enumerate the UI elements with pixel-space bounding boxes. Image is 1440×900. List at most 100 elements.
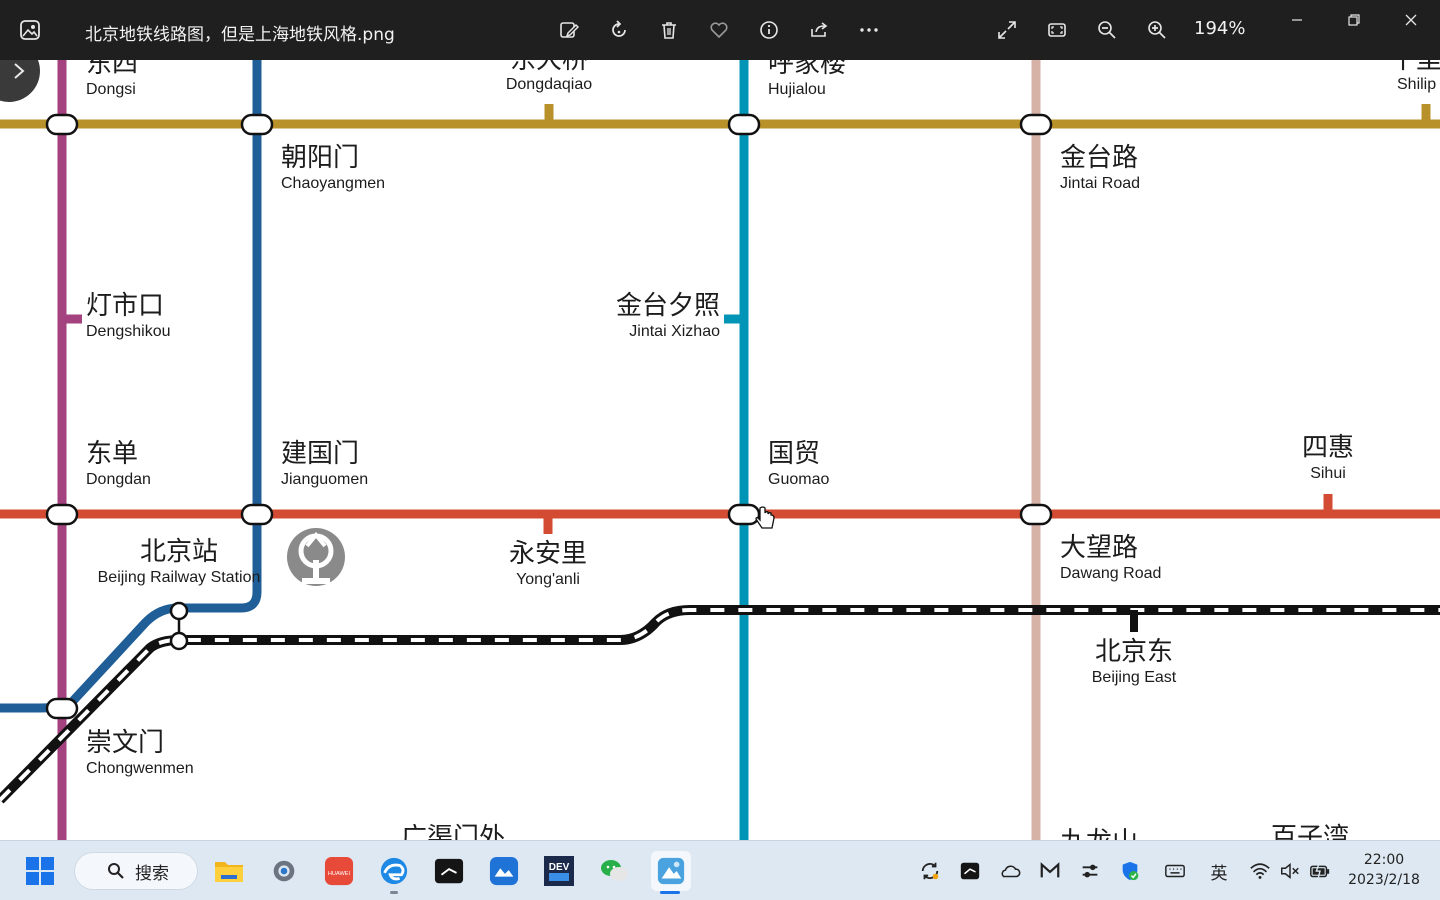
terminal-tray-icon[interactable]	[958, 859, 982, 883]
station-jintai-xizhao-en: Jintai Xizhao	[629, 323, 720, 340]
station-dongdaqiao-en: Dongdaqiao	[506, 76, 592, 93]
station-baiziwan-zh: 百子湾	[1271, 823, 1349, 840]
zoom-level-label[interactable]: 194%	[1194, 18, 1245, 39]
image-viewer[interactable]: 东四 Dongsi 东大桥 Dongdaqiao 呼家楼 Hujialou 十里…	[0, 60, 1440, 840]
gmail-icon[interactable]	[1038, 859, 1062, 883]
station-sihui-zh: 四惠	[1302, 433, 1354, 463]
share-icon[interactable]	[805, 16, 833, 44]
station-beijing-east-en: Beijing East	[1092, 669, 1177, 686]
svg-text:DEV: DEV	[549, 862, 570, 873]
file-explorer-icon[interactable]	[211, 853, 247, 889]
settings-gear-icon[interactable]	[266, 853, 302, 889]
search-icon	[108, 863, 124, 879]
station-yonganli-en: Yong'anli	[516, 571, 580, 588]
station-jiulongshan-zh: 九龙山	[1060, 827, 1138, 840]
window-title: 北京地铁线路图，但是上海地铁风格.png	[85, 25, 395, 45]
station-chaoyangmen-en: Chaoyangmen	[281, 175, 385, 192]
delete-icon[interactable]	[655, 16, 683, 44]
start-windows-icon[interactable]	[22, 853, 58, 889]
station-chaoyangmen-zh: 朝阳门	[281, 143, 359, 173]
dawang-road-interchange	[1019, 503, 1053, 526]
guomao-interchange	[727, 503, 761, 526]
station-chongwenmen-zh: 崇文门	[86, 728, 164, 758]
rotate-icon[interactable]	[605, 16, 633, 44]
station-dongdan-en: Dongdan	[86, 471, 151, 488]
clock-date: 2023/2/18	[1348, 872, 1420, 888]
sync-icon[interactable]	[918, 859, 942, 883]
fit-to-window-icon[interactable]	[1043, 16, 1071, 44]
svg-text:HUAWEI: HUAWEI	[328, 871, 351, 877]
edit-icon[interactable]	[555, 16, 583, 44]
restore-icon[interactable]	[1331, 6, 1377, 34]
onedrive-cloud-icon[interactable]	[998, 859, 1022, 883]
station-guomao-en: Guomao	[768, 471, 829, 488]
railway-track-dash	[0, 608, 1440, 802]
dev-app-icon[interactable]: DEV	[541, 853, 577, 889]
photos-app-icon	[18, 18, 42, 42]
photos-app-taskbar-icon[interactable]	[651, 851, 691, 891]
volume-muted-icon[interactable]	[1278, 859, 1302, 883]
zoom-out-icon[interactable]	[1093, 16, 1121, 44]
wechat-icon[interactable]	[596, 853, 632, 889]
chaoyangmen-interchange	[240, 113, 274, 136]
station-beijing-railway-zh: 北京站	[140, 537, 218, 567]
jintai-road-interchange	[1019, 113, 1053, 136]
dongsi-interchange	[45, 113, 79, 136]
station-jintai-road-en: Jintai Road	[1060, 175, 1140, 192]
station-shilipu-zh: 十里	[1390, 60, 1440, 75]
station-guangqumenwai-zh: 广渠门外	[401, 823, 505, 840]
station-dengshikou-zh: 灯市口	[86, 291, 164, 321]
taskbar-search-button[interactable]: 搜索	[74, 852, 198, 890]
station-beijing-east-zh: 北京东	[1095, 637, 1173, 667]
fullscreen-icon[interactable]	[993, 16, 1021, 44]
chongwenmen-interchange	[45, 697, 79, 720]
jianguomen-interchange	[240, 503, 274, 526]
station-jianguomen-zh: 建国门	[281, 439, 359, 469]
station-dawang-road-en: Dawang Road	[1060, 565, 1161, 582]
dongdan-interchange	[45, 503, 79, 526]
station-jianguomen-en: Jianguomen	[281, 471, 368, 488]
station-shilipu-en: Shilip	[1397, 76, 1436, 93]
station-dongsi-zh: 东四	[86, 60, 138, 79]
station-jintai-road-zh: 金台路	[1060, 143, 1138, 173]
station-chongwenmen-en: Chongwenmen	[86, 760, 194, 777]
close-icon[interactable]	[1388, 6, 1434, 34]
station-dongdaqiao-zh: 东大桥	[510, 60, 588, 75]
clock-time: 22:00	[1363, 852, 1405, 868]
line-2-track	[0, 60, 262, 713]
terminal-app-icon[interactable]	[431, 853, 467, 889]
china-railway-logo-icon	[287, 528, 345, 586]
station-dongsi-en: Dongsi	[86, 81, 136, 98]
huawei-app-icon[interactable]: HUAWEI	[321, 853, 357, 889]
more-options-icon[interactable]	[855, 16, 883, 44]
keyboard-icon[interactable]	[1163, 859, 1187, 883]
station-hujialou-en: Hujialou	[768, 81, 826, 98]
beijing-station-ring-top	[169, 601, 189, 621]
security-shield-icon[interactable]	[1118, 859, 1142, 883]
station-sihui-en: Sihui	[1310, 465, 1346, 482]
edge-browser-icon[interactable]	[376, 853, 412, 889]
battery-charging-icon[interactable]	[1308, 859, 1332, 883]
favorite-heart-icon[interactable]	[705, 16, 733, 44]
minimize-icon[interactable]	[1274, 6, 1320, 34]
title-bar: 北京地铁线路图，但是上海地铁风格.png 194%	[0, 0, 1440, 60]
station-jintai-xizhao-zh: 金台夕照	[616, 291, 720, 321]
station-beijing-railway-en: Beijing Railway Station	[98, 569, 261, 586]
station-dawang-road-zh: 大望路	[1060, 533, 1138, 563]
photos-legacy-icon[interactable]	[486, 853, 522, 889]
system-clock[interactable]: 22:00 2023/2/18	[1346, 850, 1422, 890]
input-method-indicator[interactable]: 英	[1207, 859, 1231, 884]
beijing-station-ring-bottom	[169, 631, 189, 651]
station-guomao-zh: 国贸	[768, 439, 820, 469]
station-dengshikou-en: Dengshikou	[86, 323, 171, 340]
zoom-in-icon[interactable]	[1143, 16, 1171, 44]
hujialou-interchange	[727, 113, 761, 136]
info-icon[interactable]	[755, 16, 783, 44]
station-hujialou-zh: 呼家楼	[768, 60, 846, 79]
search-label: 搜索	[135, 863, 169, 884]
control-toggle-icon[interactable]	[1078, 859, 1102, 883]
wifi-icon[interactable]	[1248, 859, 1272, 883]
metro-map: 东四 Dongsi 东大桥 Dongdaqiao 呼家楼 Hujialou 十里…	[0, 60, 1440, 840]
station-yonganli-zh: 永安里	[509, 539, 587, 569]
station-dongdan-zh: 东单	[86, 439, 138, 469]
